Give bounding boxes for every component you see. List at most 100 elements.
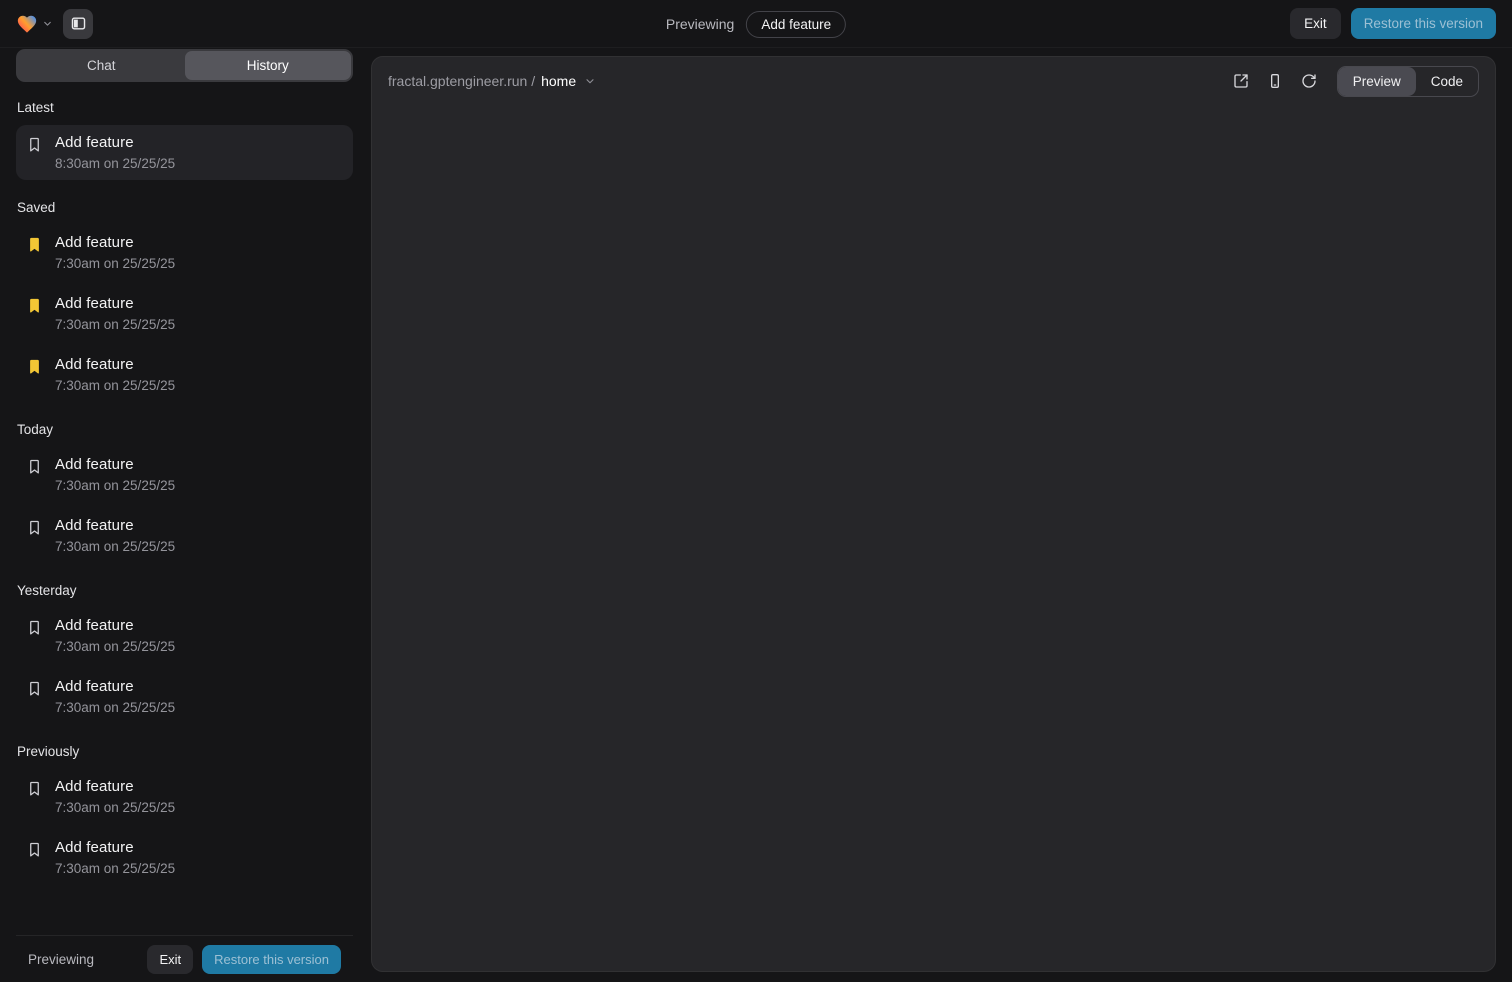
- panel-left-icon: [70, 15, 87, 32]
- history-item[interactable]: Add feature 7:30am on 25/25/25: [16, 225, 353, 280]
- history-item-title: Add feature: [55, 617, 175, 634]
- top-bar-left: [16, 9, 93, 39]
- refresh-button[interactable]: [1295, 67, 1323, 95]
- history-list[interactable]: Latest Add feature 8:30am on 25/25/25 Sa…: [16, 82, 353, 935]
- top-bar-status: Previewing Add feature: [666, 0, 846, 48]
- top-bar: Previewing Add feature Exit Restore this…: [0, 0, 1512, 48]
- history-item-title: Add feature: [55, 295, 175, 312]
- content-area: Chat History Latest Add feature 8:30am o…: [0, 48, 1512, 982]
- history-item-text: Add feature 7:30am on 25/25/25: [55, 456, 175, 493]
- bookmark-filled-icon[interactable]: [26, 358, 44, 375]
- section-title: Latest: [16, 100, 353, 115]
- section-title: Saved: [16, 200, 353, 215]
- sidebar-tab-bar: Chat History: [16, 49, 353, 82]
- sidebar-footer: Previewing Exit Restore this version: [16, 935, 353, 982]
- footer-exit-button[interactable]: Exit: [147, 945, 193, 974]
- history-section-latest: Latest Add feature 8:30am on 25/25/25: [16, 100, 353, 180]
- preview-toolbar: Preview Code: [1227, 66, 1479, 97]
- history-item[interactable]: Add feature 7:30am on 25/25/25: [16, 508, 353, 563]
- history-section-saved: Saved Add feature 7:30am on 25/25/25 Add…: [16, 200, 353, 402]
- bookmark-icon[interactable]: [26, 136, 44, 153]
- tab-history[interactable]: History: [185, 51, 352, 80]
- history-item[interactable]: Add feature 7:30am on 25/25/25: [16, 447, 353, 502]
- history-item-title: Add feature: [55, 778, 175, 795]
- top-bar-actions: Exit Restore this version: [1290, 8, 1496, 39]
- history-item[interactable]: Add feature 7:30am on 25/25/25: [16, 669, 353, 724]
- refresh-icon: [1301, 73, 1317, 89]
- history-section-previously: Previously Add feature 7:30am on 25/25/2…: [16, 744, 353, 885]
- chevron-down-icon: [42, 18, 53, 29]
- history-section-yesterday: Yesterday Add feature 7:30am on 25/25/25…: [16, 583, 353, 724]
- preview-viewport[interactable]: [372, 105, 1495, 971]
- preview-header: fractal.gptengineer.run / home: [372, 57, 1495, 105]
- history-item-title: Add feature: [55, 678, 175, 695]
- view-mode-toggle: Preview Code: [1337, 66, 1479, 97]
- footer-restore-version-button[interactable]: Restore this version: [202, 945, 341, 974]
- history-item-text: Add feature 7:30am on 25/25/25: [55, 234, 175, 271]
- lovable-logo-icon: [16, 13, 38, 35]
- history-item-text: Add feature 7:30am on 25/25/25: [55, 617, 175, 654]
- section-title: Previously: [16, 744, 353, 759]
- toggle-sidebar-button[interactable]: [63, 9, 93, 39]
- tab-code[interactable]: Code: [1416, 67, 1478, 96]
- bookmark-icon[interactable]: [26, 619, 44, 636]
- history-item[interactable]: Add feature 8:30am on 25/25/25: [16, 125, 353, 180]
- smartphone-icon: [1267, 73, 1283, 89]
- history-item-time: 7:30am on 25/25/25: [55, 639, 175, 654]
- history-sidebar: Chat History Latest Add feature 8:30am o…: [0, 48, 353, 982]
- tab-chat[interactable]: Chat: [18, 51, 185, 80]
- tab-preview[interactable]: Preview: [1338, 67, 1416, 96]
- history-item-title: Add feature: [55, 234, 175, 251]
- history-item[interactable]: Add feature 7:30am on 25/25/25: [16, 769, 353, 824]
- open-in-new-tab-button[interactable]: [1227, 67, 1255, 95]
- mobile-view-button[interactable]: [1261, 67, 1289, 95]
- history-section-today: Today Add feature 7:30am on 25/25/25 Add…: [16, 422, 353, 563]
- history-item-time: 7:30am on 25/25/25: [55, 256, 175, 271]
- history-item-time: 7:30am on 25/25/25: [55, 478, 175, 493]
- external-link-icon: [1233, 73, 1249, 89]
- chevron-down-icon: [584, 75, 596, 87]
- exit-button[interactable]: Exit: [1290, 8, 1341, 39]
- history-item-time: 8:30am on 25/25/25: [55, 156, 175, 171]
- bookmark-icon[interactable]: [26, 458, 44, 475]
- history-item-text: Add feature 7:30am on 25/25/25: [55, 356, 175, 393]
- history-item-title: Add feature: [55, 134, 175, 151]
- restore-version-button[interactable]: Restore this version: [1351, 8, 1496, 39]
- preview-url-prefix: fractal.gptengineer.run /: [388, 73, 535, 89]
- version-badge: Add feature: [746, 11, 846, 38]
- bookmark-icon[interactable]: [26, 680, 44, 697]
- history-item-text: Add feature 7:30am on 25/25/25: [55, 517, 175, 554]
- history-item-text: Add feature 7:30am on 25/25/25: [55, 678, 175, 715]
- preview-url-dropdown[interactable]: fractal.gptengineer.run / home: [388, 73, 596, 89]
- footer-previewing-label: Previewing: [28, 952, 94, 967]
- history-item-title: Add feature: [55, 356, 175, 373]
- history-item-time: 7:30am on 25/25/25: [55, 317, 175, 332]
- history-item-text: Add feature 7:30am on 25/25/25: [55, 295, 175, 332]
- bookmark-icon[interactable]: [26, 841, 44, 858]
- preview-panel: fractal.gptengineer.run / home: [371, 56, 1496, 972]
- history-item-time: 7:30am on 25/25/25: [55, 378, 175, 393]
- history-item[interactable]: Add feature 7:30am on 25/25/25: [16, 347, 353, 402]
- preview-url-page: home: [541, 73, 576, 89]
- workspace-menu[interactable]: [16, 13, 53, 35]
- section-title: Today: [16, 422, 353, 437]
- history-item-time: 7:30am on 25/25/25: [55, 800, 175, 815]
- bookmark-icon[interactable]: [26, 780, 44, 797]
- bookmark-filled-icon[interactable]: [26, 236, 44, 253]
- previewing-label: Previewing: [666, 16, 734, 32]
- history-item[interactable]: Add feature 7:30am on 25/25/25: [16, 830, 353, 885]
- history-item-title: Add feature: [55, 839, 175, 856]
- history-item[interactable]: Add feature 7:30am on 25/25/25: [16, 608, 353, 663]
- section-title: Yesterday: [16, 583, 353, 598]
- history-item-time: 7:30am on 25/25/25: [55, 539, 175, 554]
- history-item-text: Add feature 7:30am on 25/25/25: [55, 839, 175, 876]
- history-item-text: Add feature 8:30am on 25/25/25: [55, 134, 175, 171]
- history-item-time: 7:30am on 25/25/25: [55, 861, 175, 876]
- history-item-title: Add feature: [55, 517, 175, 534]
- bookmark-filled-icon[interactable]: [26, 297, 44, 314]
- history-item-title: Add feature: [55, 456, 175, 473]
- bookmark-icon[interactable]: [26, 519, 44, 536]
- history-item-time: 7:30am on 25/25/25: [55, 700, 175, 715]
- history-item[interactable]: Add feature 7:30am on 25/25/25: [16, 286, 353, 341]
- history-item-text: Add feature 7:30am on 25/25/25: [55, 778, 175, 815]
